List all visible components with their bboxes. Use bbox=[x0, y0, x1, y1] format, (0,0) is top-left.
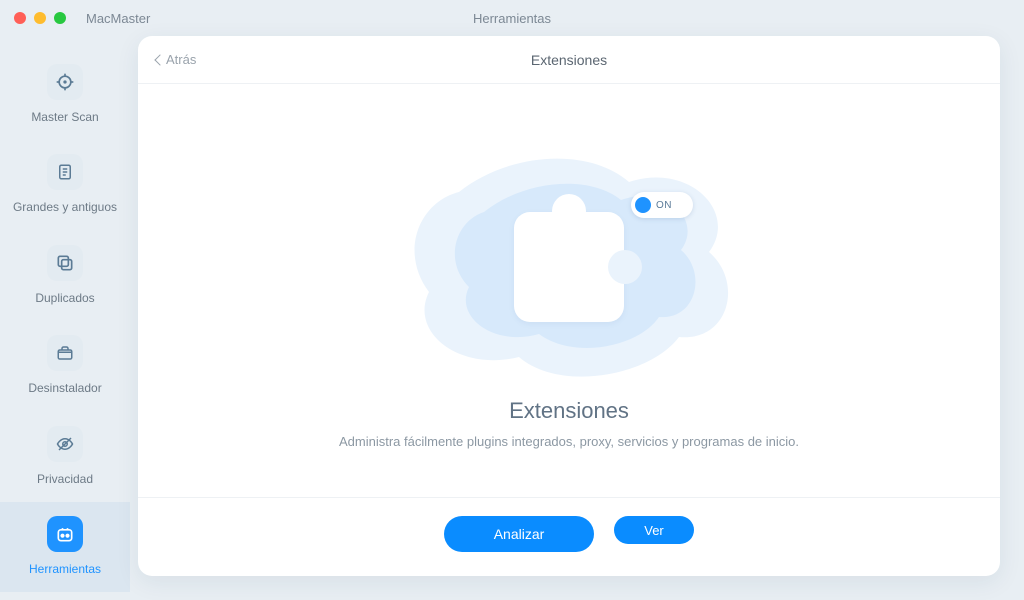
illustration: ON bbox=[389, 132, 749, 392]
toggle-knob bbox=[635, 197, 651, 213]
minimize-window-button[interactable] bbox=[34, 12, 46, 24]
view-button[interactable]: Ver bbox=[614, 516, 694, 544]
section-description: Administra fácilmente plugins integrados… bbox=[339, 434, 799, 449]
chevron-left-icon bbox=[154, 54, 165, 65]
extensions-card: Atrás Extensiones ON Extensiones bbox=[138, 36, 1000, 576]
sidebar-item-label: Privacidad bbox=[37, 472, 93, 486]
app-name: MacMaster bbox=[86, 11, 150, 26]
eye-off-icon bbox=[47, 426, 83, 462]
sidebar-item-privacy[interactable]: Privacidad bbox=[0, 412, 130, 502]
card-title: Extensiones bbox=[531, 52, 607, 68]
sidebar-item-tools[interactable]: Herramientas bbox=[0, 502, 130, 592]
sidebar-item-large-old[interactable]: Grandes y antiguos bbox=[0, 140, 130, 230]
back-label: Atrás bbox=[166, 52, 196, 67]
section-heading: Extensiones bbox=[509, 398, 629, 424]
puzzle-icon bbox=[514, 212, 624, 322]
sidebar-item-label: Duplicados bbox=[35, 291, 94, 305]
sidebar-item-label: Desinstalador bbox=[28, 381, 101, 395]
window-title: Herramientas bbox=[473, 11, 551, 26]
tools-icon bbox=[47, 516, 83, 552]
box-icon bbox=[47, 335, 83, 371]
copy-icon bbox=[47, 245, 83, 281]
crosshair-icon bbox=[47, 64, 83, 100]
sidebar-item-label: Herramientas bbox=[29, 562, 101, 576]
titlebar: MacMaster Herramientas bbox=[0, 0, 1024, 36]
sidebar-item-master-scan[interactable]: Master Scan bbox=[0, 50, 130, 140]
window-controls bbox=[14, 12, 66, 24]
sidebar: Master Scan Grandes y antiguos Duplicado… bbox=[0, 36, 130, 600]
close-window-button[interactable] bbox=[14, 12, 26, 24]
sidebar-item-label: Grandes y antiguos bbox=[13, 200, 117, 214]
card-body: ON Extensiones Administra fácilmente plu… bbox=[138, 84, 1000, 497]
card-footer: Analizar Ver bbox=[138, 497, 1000, 576]
document-icon bbox=[47, 154, 83, 190]
card-header: Atrás Extensiones bbox=[138, 36, 1000, 84]
sidebar-item-label: Master Scan bbox=[31, 110, 98, 124]
analyze-button[interactable]: Analizar bbox=[444, 516, 594, 552]
toggle-label: ON bbox=[656, 200, 672, 211]
back-button[interactable]: Atrás bbox=[156, 52, 196, 67]
maximize-window-button[interactable] bbox=[54, 12, 66, 24]
sidebar-item-uninstaller[interactable]: Desinstalador bbox=[0, 321, 130, 411]
toggle-on-badge: ON bbox=[631, 192, 693, 218]
sidebar-item-duplicates[interactable]: Duplicados bbox=[0, 231, 130, 321]
